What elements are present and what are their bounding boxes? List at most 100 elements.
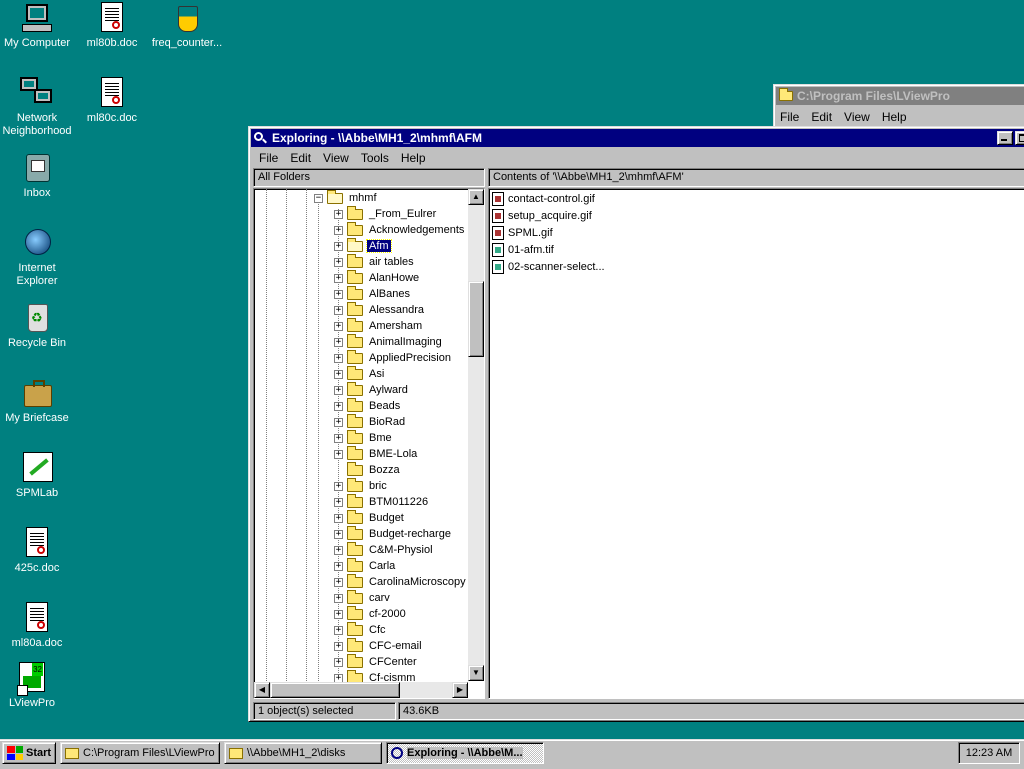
menu-edit[interactable]: Edit <box>805 110 838 124</box>
expand-icon[interactable]: + <box>334 385 343 395</box>
tree-item[interactable]: + Aylward <box>334 381 410 398</box>
recycle-bin-shortcut[interactable]: Recycle Bin <box>0 302 77 350</box>
minimize-button[interactable] <box>997 131 1013 145</box>
expand-icon[interactable]: + <box>334 657 343 667</box>
menu-file[interactable]: File <box>253 151 284 165</box>
expand-icon[interactable]: + <box>334 625 343 635</box>
file-item[interactable]: setup_acquire.gif <box>492 207 592 224</box>
tree-item[interactable]: + Budget <box>334 509 406 526</box>
tree-item[interactable]: + CFC-email <box>334 637 424 654</box>
tree-item[interactable]: + AnimalImaging <box>334 333 444 350</box>
task-disks-folder[interactable]: \\Abbe\MH1_2\disks <box>224 742 382 764</box>
ml80a-doc-shortcut[interactable]: ml80a.doc <box>0 602 77 650</box>
ml80b-doc-shortcut[interactable]: ml80b.doc <box>72 2 152 50</box>
expand-icon[interactable]: + <box>334 593 343 603</box>
freq-counter-shortcut[interactable]: freq_counter... <box>147 2 227 50</box>
expand-icon[interactable]: + <box>334 641 343 651</box>
tree-item[interactable]: + Alessandra <box>334 301 426 318</box>
tree-item[interactable]: + CarolinaMicroscopy <box>334 573 468 590</box>
file-item[interactable]: SPML.gif <box>492 224 553 241</box>
menu-view[interactable]: View <box>317 151 355 165</box>
tree-item[interactable]: + bric <box>334 477 389 494</box>
inbox-shortcut[interactable]: Inbox <box>0 152 77 200</box>
explorer-window[interactable]: Exploring - \\Abbe\MH1_2\mhmf\AFM File E… <box>248 126 1024 722</box>
my-computer-shortcut[interactable]: My Computer <box>0 2 77 50</box>
tree-item[interactable]: + cf-2000 <box>334 605 408 622</box>
tree-item[interactable]: + Cfc <box>334 621 388 638</box>
tree-item[interactable]: + Amersham <box>334 317 424 334</box>
expand-icon[interactable]: + <box>334 273 343 283</box>
expand-icon[interactable]: + <box>334 417 343 427</box>
tree-item[interactable]: + Asi <box>334 365 386 382</box>
expand-icon[interactable]: + <box>334 337 343 347</box>
menu-tools[interactable]: Tools <box>355 151 395 165</box>
tree-item[interactable]: + AppliedPrecision <box>334 349 453 366</box>
expand-icon[interactable]: + <box>334 561 343 571</box>
expand-icon[interactable]: + <box>334 369 343 379</box>
tree-item-mhmf[interactable]: − mhmf <box>314 189 379 206</box>
425c-doc-shortcut[interactable]: 425c.doc <box>0 527 77 575</box>
expand-icon[interactable]: + <box>334 209 343 219</box>
ml80c-doc-shortcut[interactable]: ml80c.doc <box>72 77 152 125</box>
tree-item[interactable]: + Budget-recharge <box>334 525 453 542</box>
tree-item[interactable]: + BTM011226 <box>334 493 430 510</box>
expand-icon[interactable]: + <box>334 529 343 539</box>
menu-file[interactable]: File <box>774 110 805 124</box>
collapse-icon[interactable]: − <box>314 193 323 203</box>
system-clock[interactable]: 12:23 AM <box>958 742 1020 764</box>
menu-help[interactable]: Help <box>395 151 432 165</box>
expand-icon[interactable]: + <box>334 449 343 459</box>
expand-icon[interactable]: + <box>334 545 343 555</box>
expand-icon[interactable]: + <box>334 481 343 491</box>
expand-icon[interactable]: + <box>334 305 343 315</box>
expand-icon[interactable]: + <box>334 433 343 443</box>
scroll-up-button[interactable]: ▲ <box>468 189 484 205</box>
expand-icon[interactable]: + <box>334 609 343 619</box>
expand-icon[interactable]: + <box>334 497 343 507</box>
scroll-down-button[interactable]: ▼ <box>468 665 484 681</box>
tree-item[interactable]: + BioRad <box>334 413 407 430</box>
tree-item[interactable]: + AlBanes <box>334 285 412 302</box>
my-briefcase-shortcut[interactable]: My Briefcase <box>0 377 77 425</box>
tree-item[interactable]: + CFCenter <box>334 653 419 670</box>
tree-item[interactable]: + Acknowledgements <box>334 221 466 238</box>
explorer-titlebar[interactable]: Exploring - \\Abbe\MH1_2\mhmf\AFM <box>251 129 1024 147</box>
expand-icon[interactable]: + <box>334 321 343 331</box>
menu-view[interactable]: View <box>838 110 876 124</box>
spmlab-shortcut[interactable]: SPMLab <box>0 452 77 500</box>
tree-item[interactable]: + AlanHowe <box>334 269 421 286</box>
file-item[interactable]: 01-afm.tif <box>492 241 554 258</box>
tree-item[interactable]: + C&M-Physiol <box>334 541 435 558</box>
expand-icon[interactable]: + <box>334 257 343 267</box>
folder-tree-pane[interactable]: − mhmf + _From_Eulrer + Acknowledgements + Af… <box>253 188 485 699</box>
menu-edit[interactable]: Edit <box>284 151 317 165</box>
expand-icon[interactable]: + <box>334 577 343 587</box>
menu-help[interactable]: Help <box>876 110 913 124</box>
hscroll-thumb[interactable] <box>270 682 400 698</box>
file-item[interactable]: contact-control.gif <box>492 190 595 207</box>
tree-item[interactable]: + Beads <box>334 397 402 414</box>
tree-item[interactable]: + _From_Eulrer <box>334 205 438 222</box>
task-exploring-window[interactable]: Exploring - \\Abbe\M... <box>386 742 544 764</box>
expand-icon[interactable]: + <box>334 289 343 299</box>
task-lviewpro-folder[interactable]: C:\Program Files\LViewPro <box>60 742 220 764</box>
expand-icon[interactable]: + <box>334 353 343 363</box>
tree-item[interactable]: + BME-Lola <box>334 445 419 462</box>
tree-item[interactable]: + Bme <box>334 429 394 446</box>
tree-item[interactable]: + Carla <box>334 557 397 574</box>
tree-item[interactable]: + carv <box>334 589 392 606</box>
tree-item[interactable]: + Afm <box>334 237 392 254</box>
tree-vertical-scrollbar[interactable]: ▲ ▼ <box>468 189 484 681</box>
tree-item[interactable]: + air tables <box>334 253 416 270</box>
lviewpro-shortcut[interactable]: ↗ LViewPro <box>0 662 72 710</box>
scroll-thumb[interactable] <box>468 281 484 357</box>
contents-pane[interactable]: contact-control.gif setup_acquire.gif SPML… <box>488 188 1024 699</box>
expand-icon[interactable]: + <box>334 241 343 251</box>
internet-explorer-shortcut[interactable]: Internet Explorer <box>0 227 77 288</box>
scroll-left-button[interactable]: ◀ <box>254 682 270 698</box>
maximize-button[interactable] <box>1015 131 1024 145</box>
tree-horizontal-scrollbar[interactable]: ◀ ▶ <box>254 682 468 698</box>
expand-icon[interactable]: + <box>334 401 343 411</box>
start-button[interactable]: Start <box>2 742 56 764</box>
lviewpro-window-titlebar[interactable]: C:\Program Files\LViewPro <box>776 87 1024 105</box>
